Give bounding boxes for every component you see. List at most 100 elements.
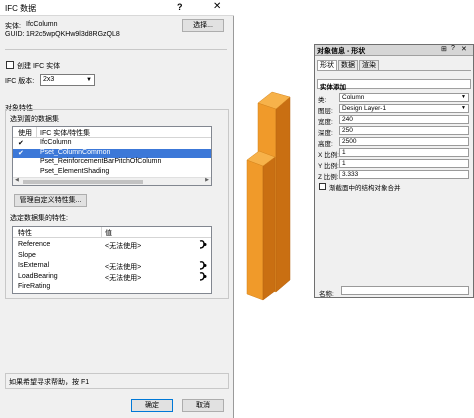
field-input[interactable]: 3.333 bbox=[339, 170, 469, 179]
property-name: Slope bbox=[18, 251, 36, 259]
psets-scrollbar[interactable]: ◀ ▶ bbox=[13, 177, 211, 185]
chevron-down-icon[interactable]: ▼ bbox=[461, 105, 466, 112]
name-label: 名称: bbox=[319, 291, 334, 298]
select-button[interactable]: 选择... bbox=[182, 19, 224, 32]
properties-header: 特性 值 bbox=[13, 227, 211, 238]
field-input[interactable]: 2500 bbox=[339, 137, 469, 146]
manage-psets-button[interactable]: 管理自定义特性集... bbox=[14, 194, 87, 207]
pin-icon[interactable]: ⊞ bbox=[441, 45, 447, 53]
prop-col-value: 值 bbox=[105, 230, 112, 237]
ifc-version-select[interactable]: 2x3 ▼ bbox=[40, 74, 95, 86]
property-name: FireRating bbox=[18, 283, 51, 290]
field-label: 高度: bbox=[318, 141, 333, 148]
field-label: 类: bbox=[318, 97, 327, 104]
ifc-data-dialog: IFC 数据 ? ✕ 实体: IfcColumn GUID: 1R2c5wpQK… bbox=[0, 0, 234, 418]
entity-label: 实体: bbox=[5, 23, 21, 30]
field-input[interactable]: 1 bbox=[339, 159, 469, 168]
property-name: LoadBearing bbox=[18, 272, 58, 280]
checkmark-icon[interactable]: ✔ bbox=[18, 139, 24, 147]
field-value: 1 bbox=[342, 149, 346, 156]
divider bbox=[5, 49, 227, 50]
cancel-button[interactable]: 取消 bbox=[182, 399, 224, 412]
mapping-icon[interactable] bbox=[199, 240, 207, 249]
name-input[interactable] bbox=[341, 286, 469, 295]
create-ifc-checkbox[interactable] bbox=[6, 61, 14, 69]
ok-button[interactable]: 确定 bbox=[131, 399, 173, 412]
field-value: 1 bbox=[342, 160, 346, 167]
pset-name: Pset_ColumnCommon bbox=[40, 148, 111, 156]
field-select[interactable]: Column ▼ bbox=[339, 93, 469, 102]
psets-list[interactable]: 使用 IFC 实体/特性集 ✔ IfcColumn ✔ Pset_ColumnComm… bbox=[12, 126, 212, 186]
pset-row[interactable]: Pset_ReinforcementBarPitchOfColumn bbox=[13, 158, 211, 167]
object-type: 实体添加 bbox=[320, 84, 346, 91]
property-row[interactable]: LoadBearing <无法使用> bbox=[13, 271, 211, 283]
ifc-version-value: 2x3 bbox=[43, 76, 55, 83]
guid-label: GUID: bbox=[5, 31, 25, 38]
field-input[interactable]: 1 bbox=[339, 148, 469, 157]
dialog-title: IFC 数据 bbox=[5, 4, 37, 13]
help-hint: 如果希望寻求帮助，按 F1 bbox=[9, 379, 90, 386]
palette-titlebar[interactable]: 对象信息 - 形状 ⊞ ? ✕ bbox=[315, 45, 473, 56]
pset-name: Pset_ElementShading bbox=[40, 167, 110, 175]
field-input[interactable]: 240 bbox=[339, 115, 469, 124]
help-button[interactable]: ? bbox=[177, 2, 183, 12]
palette-title: 对象信息 - 形状 bbox=[317, 48, 366, 55]
mapping-icon[interactable] bbox=[199, 261, 207, 270]
psets-label: 选到置的数据集 bbox=[10, 116, 59, 123]
entity-value: IfcColumn bbox=[26, 21, 58, 28]
scroll-left-icon[interactable]: ◀ bbox=[15, 177, 19, 183]
property-value[interactable]: <无法使用> bbox=[105, 262, 141, 272]
field-value: 3.333 bbox=[342, 171, 359, 178]
tall-column-side bbox=[275, 96, 291, 293]
short-column-front bbox=[246, 159, 264, 301]
field-label: 图层: bbox=[318, 108, 333, 115]
property-name: IsExternal bbox=[18, 262, 50, 269]
mapping-icon[interactable] bbox=[199, 271, 207, 281]
pset-row[interactable]: ✔ Pset_ColumnCommon bbox=[13, 148, 211, 158]
create-ifc-label: 创建 IFC 实体 bbox=[17, 63, 61, 70]
close-icon[interactable]: ✕ bbox=[461, 45, 467, 53]
property-row[interactable]: Reference <无法使用> bbox=[13, 240, 211, 250]
property-name: Reference bbox=[18, 241, 51, 248]
3d-viewport[interactable] bbox=[235, 0, 315, 418]
checkmark-icon[interactable]: ✔ bbox=[18, 149, 24, 157]
dialog-titlebar: IFC 数据 ? ✕ bbox=[0, 0, 234, 16]
chevron-down-icon[interactable]: ▼ bbox=[461, 94, 466, 101]
properties-table[interactable]: 特性 值 Reference <无法使用> Slope IsExternal <无法使用… bbox=[12, 226, 212, 294]
property-value[interactable]: <无法使用> bbox=[105, 241, 141, 251]
field-label: Z 比例: bbox=[318, 174, 339, 181]
field-label: Y 比例: bbox=[318, 163, 339, 170]
psets-col-name: IFC 实体/特性集 bbox=[40, 130, 91, 137]
field-value: 2500 bbox=[342, 138, 357, 145]
chevron-down-icon: ▼ bbox=[86, 77, 92, 83]
pset-name: IfcColumn bbox=[40, 139, 72, 146]
pset-row[interactable]: Pset_ElementShading bbox=[13, 168, 211, 177]
ifc-version-label: IFC 版本: bbox=[5, 78, 35, 85]
psets-list-header: 使用 IFC 实体/特性集 bbox=[13, 127, 211, 138]
pset-name: Pset_ReinforcementBarPitchOfColumn bbox=[40, 158, 162, 165]
property-row[interactable]: FireRating bbox=[13, 282, 211, 292]
merge-structural-checkbox[interactable] bbox=[319, 183, 326, 190]
scroll-right-icon[interactable]: ▶ bbox=[205, 177, 209, 183]
field-value: 250 bbox=[342, 127, 353, 134]
field-select[interactable]: Design Layer-1 ▼ bbox=[339, 104, 469, 113]
close-icon[interactable]: ✕ bbox=[213, 1, 221, 12]
help-icon[interactable]: ? bbox=[451, 45, 455, 52]
field-label: X 比例: bbox=[318, 152, 339, 159]
scroll-thumb[interactable] bbox=[23, 180, 143, 184]
field-input[interactable]: 250 bbox=[339, 126, 469, 135]
property-value[interactable]: <无法使用> bbox=[105, 273, 141, 283]
selected-psets-label: 选定数据集的特性: bbox=[10, 215, 68, 222]
guid-value: 1R2c5wpQKHw9l3d8RGzQL8 bbox=[26, 31, 120, 38]
object-type-box: 实体添加 bbox=[317, 79, 471, 91]
object-info-palette: 对象信息 - 形状 ⊞ ? ✕ 形状 数据 渲染 实体添加 类: Column ▼ 图层:… bbox=[314, 44, 474, 298]
field-label: 深度: bbox=[318, 130, 333, 137]
property-row[interactable]: Slope bbox=[13, 251, 211, 261]
field-label: 宽度: bbox=[318, 119, 333, 126]
property-row[interactable]: IsExternal <无法使用> bbox=[13, 261, 211, 271]
psets-col-use: 使用 bbox=[18, 130, 32, 137]
column-model[interactable] bbox=[235, 0, 315, 418]
merge-structural-label: 渐截面中的结构对象合并 bbox=[329, 185, 401, 192]
field-value: Design Layer-1 bbox=[342, 105, 387, 112]
pset-row[interactable]: ✔ IfcColumn bbox=[13, 139, 211, 148]
